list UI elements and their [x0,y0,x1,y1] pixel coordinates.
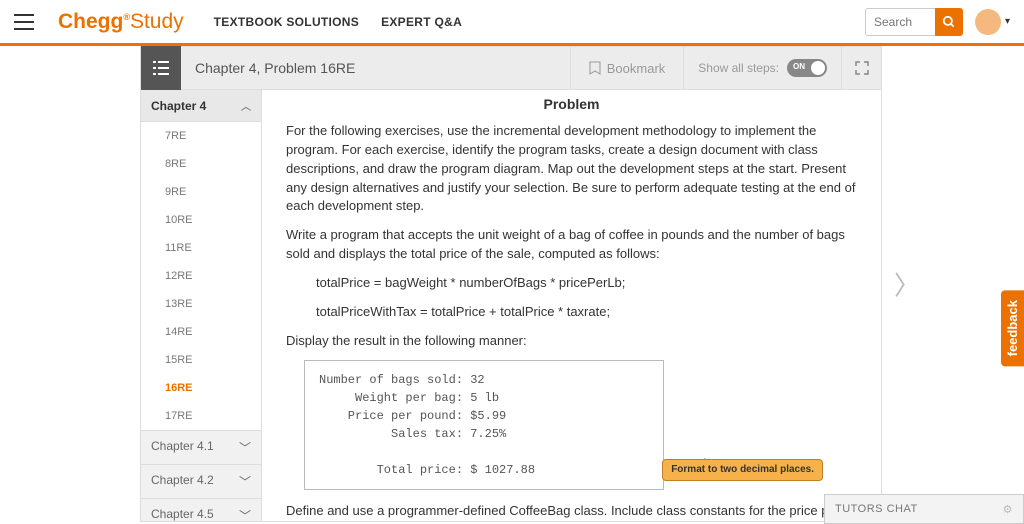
sample-output-box: Number of bags sold: 32 Weight per bag: … [304,360,664,490]
user-menu[interactable]: ▾ [975,9,1010,35]
fullscreen-button[interactable] [841,47,881,89]
problem-heading: Problem [262,90,881,122]
output-line: Number of bags sold: 32 [319,371,649,389]
chevron-down-icon: ﹀ [239,473,251,490]
output-line: Price per pound: $5.99 [319,407,649,425]
subchapter-item[interactable]: Chapter 4.5 ﹀ [141,498,261,522]
avatar-icon [975,9,1001,35]
feedback-tab[interactable]: feedback [1001,290,1024,366]
top-header: Chegg®Study TEXTBOOK SOLUTIONS EXPERT Q&… [0,0,1024,46]
problem-item[interactable]: 16RE [141,374,261,402]
problem-list: 7RE8RE9RE10RE11RE12RE13RE14RE15RE16RE17R… [141,122,261,430]
problem-item[interactable]: 15RE [141,346,261,374]
problem-item[interactable]: 11RE [141,234,261,262]
logo-study: Study [130,10,184,33]
chevron-up-icon: ︿ [241,98,251,113]
logo-chegg: Chegg [58,10,123,33]
problem-class-paragraph: Define and use a programmer-defined Coff… [286,502,857,522]
nav-expert-qa[interactable]: EXPERT Q&A [381,15,462,29]
problem-pane: Problem For the following exercises, use… [262,90,882,522]
output-line: Total price: $ 1027.88 [319,461,649,479]
list-icon [153,61,169,75]
problem-item[interactable]: 13RE [141,290,261,318]
toc-toggle-button[interactable] [141,46,181,90]
formula-1: totalPrice = bagWeight * numberOfBags * … [286,274,857,293]
chapter-sidebar: Chapter 4 ︿ 7RE8RE9RE10RE11RE12RE13RE14R… [140,90,262,522]
chevron-down-icon: ▾ [1005,16,1010,27]
toggle-on-label: ON [793,62,805,71]
toggle-knob [811,61,825,75]
formula-2: totalPriceWithTax = totalPrice + totalPr… [286,303,857,322]
subchapter-label: Chapter 4.2 [151,473,214,490]
problem-body: For the following exercises, use the inc… [262,122,881,522]
chevron-down-icon: ﹀ [239,439,251,456]
subchapter-label: Chapter 4.5 [151,507,214,522]
gear-icon[interactable]: ⚙ [1003,503,1013,516]
nav-textbook-solutions[interactable]: TEXTBOOK SOLUTIONS [214,15,359,29]
problem-task-paragraph: Write a program that accepts the unit we… [286,226,857,264]
tutors-chat-bar[interactable]: TUTORS CHAT ⚙ [824,494,1024,524]
problem-item[interactable]: 14RE [141,318,261,346]
chapter-label: Chapter 4 [151,99,206,113]
search-button[interactable] [935,8,963,36]
bookmark-button[interactable]: Bookmark [570,47,684,89]
problem-item[interactable]: 17RE [141,402,261,430]
chapter-header[interactable]: Chapter 4 ︿ [141,90,261,122]
show-all-steps: Show all steps: ON [683,47,841,89]
problem-item[interactable]: 9RE [141,178,261,206]
subchapter-list: Chapter 4.1﹀Chapter 4.2﹀Chapter 4.5﹀Chap… [141,430,261,522]
steps-label: Show all steps: [698,61,779,75]
bookmark-icon [589,61,601,75]
logo-reg: ® [123,12,130,22]
problem-toolbar: Chapter 4, Problem 16RE Bookmark Show al… [140,46,882,90]
menu-icon[interactable] [14,14,34,30]
problem-title-breadcrumb: Chapter 4, Problem 16RE [181,60,570,76]
problem-intro-paragraph: For the following exercises, use the inc… [286,122,857,216]
output-line: Weight per bag: 5 lb [319,389,649,407]
tutors-chat-label: TUTORS CHAT [835,503,918,515]
next-problem-button[interactable]: 〉 [894,266,920,303]
output-line: Sales tax: 7.25% [319,425,649,443]
steps-toggle[interactable]: ON [787,59,827,77]
chevron-down-icon: ﹀ [239,507,251,522]
format-callout: Format to two decimal places. [662,459,823,481]
expand-icon [855,61,869,75]
output-line [319,443,649,461]
problem-item[interactable]: 12RE [141,262,261,290]
problem-item[interactable]: 10RE [141,206,261,234]
problem-item[interactable]: 8RE [141,150,261,178]
problem-item[interactable]: 7RE [141,122,261,150]
bookmark-label: Bookmark [607,61,666,76]
main-content: Chapter 4 ︿ 7RE8RE9RE10RE11RE12RE13RE14R… [140,90,882,522]
search-icon [942,15,956,29]
subchapter-item[interactable]: Chapter 4.2 ﹀ [141,464,261,498]
logo[interactable]: Chegg®Study [58,10,184,34]
display-instruction: Display the result in the following mann… [286,332,857,351]
subchapter-item[interactable]: Chapter 4.1 ﹀ [141,430,261,464]
search-wrap [865,8,963,36]
subchapter-label: Chapter 4.1 [151,439,214,456]
search-input[interactable] [865,8,935,36]
